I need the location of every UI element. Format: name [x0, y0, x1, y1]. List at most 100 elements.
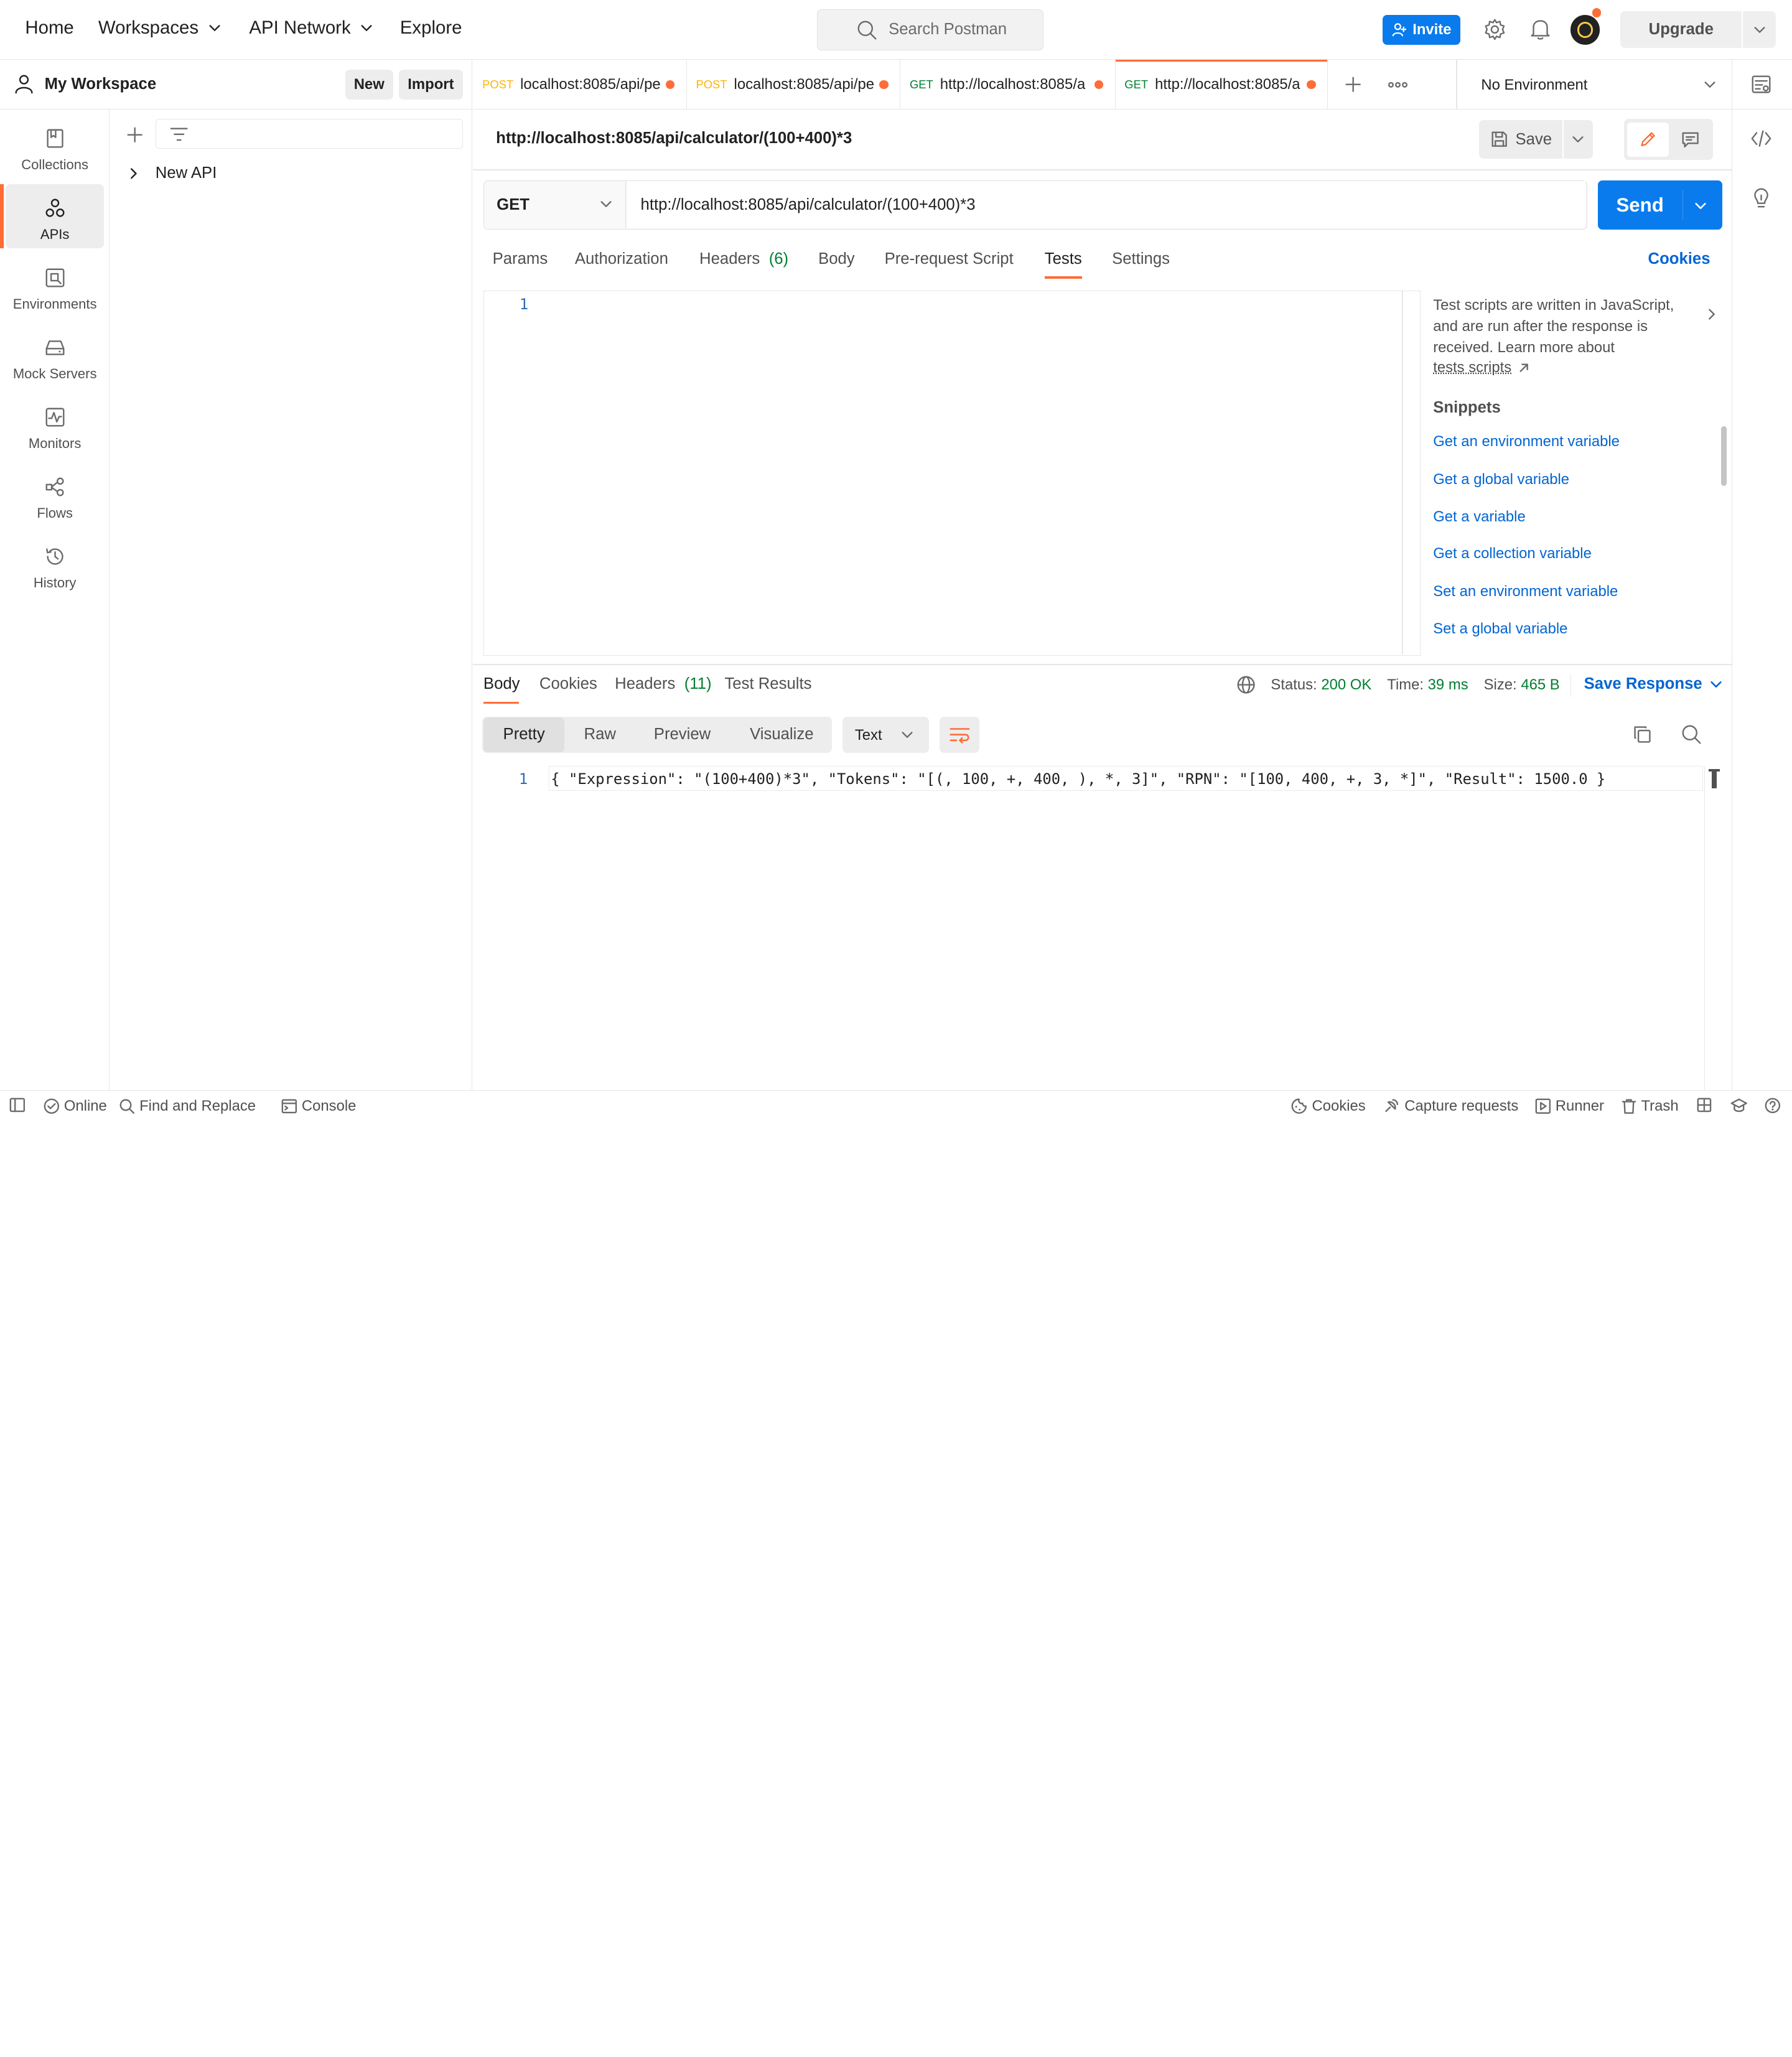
response-body-text[interactable]: { "Expression": "(100+400)*3", "Tokens":… — [551, 770, 1605, 788]
console-icon — [281, 1099, 297, 1114]
upgrade-button[interactable]: Upgrade — [1620, 11, 1742, 48]
response-scrollbar[interactable] — [1712, 769, 1716, 788]
tab-headers[interactable]: Headers (6) — [699, 250, 788, 268]
tab-request-4[interactable]: GET http://localhost:8085/a — [1116, 60, 1328, 110]
response-divider[interactable] — [473, 664, 1731, 665]
status-cookies-button[interactable]: Cookies — [1290, 1098, 1366, 1115]
time-value[interactable]: 39 ms — [1428, 676, 1468, 693]
tab-tests[interactable]: Tests — [1045, 250, 1082, 268]
save-response-button[interactable]: Save Response — [1584, 675, 1723, 693]
size-value[interactable]: 465 B — [1521, 676, 1559, 693]
two-pane-view-icon[interactable] — [1697, 1098, 1712, 1112]
sidebar-item-collections[interactable]: Collections — [6, 114, 104, 179]
send-button[interactable]: Send — [1598, 180, 1682, 230]
top-bar: Home Workspaces API Network Explore Sear… — [0, 0, 1792, 60]
view-preview[interactable]: Preview — [635, 717, 729, 753]
tab-request-1[interactable]: POST localhost:8085/api/pe — [473, 60, 686, 110]
status-value[interactable]: 200 OK — [1321, 676, 1371, 693]
tab-params[interactable]: Params — [493, 250, 548, 268]
copy-icon[interactable] — [1632, 724, 1653, 745]
sidebar-item-history[interactable]: History — [6, 533, 104, 597]
sidebar-item-mock-servers[interactable]: Mock Servers — [6, 324, 104, 388]
snippet-get-variable[interactable]: Get a variable — [1433, 508, 1526, 526]
edit-mode-button[interactable] — [1627, 123, 1668, 157]
nav-api-network-label: API Network — [249, 17, 350, 39]
request-title[interactable]: http://localhost:8085/api/calculator/(10… — [496, 129, 852, 147]
add-icon[interactable] — [126, 126, 144, 144]
snippet-get-collection-variable[interactable]: Get a collection variable — [1433, 545, 1592, 562]
tree-item-new-api[interactable]: New API — [126, 164, 217, 182]
import-button[interactable]: Import — [399, 70, 463, 100]
tests-editor[interactable]: 1 — [483, 291, 1421, 656]
sidebar-item-environments[interactable]: Environments — [6, 254, 104, 318]
tests-scripts-link-label: tests scripts — [1433, 359, 1511, 376]
console-button[interactable]: Console — [281, 1098, 357, 1115]
tab-request-3[interactable]: GET http://localhost:8085/a — [900, 60, 1115, 110]
tab-request-2[interactable]: POST localhost:8085/api/pe — [687, 60, 900, 110]
response-tab-body[interactable]: Body — [483, 675, 520, 693]
nav-api-network[interactable]: API Network — [249, 17, 373, 39]
snippet-get-global-variable[interactable]: Get a global variable — [1433, 471, 1569, 488]
response-tab-test-results[interactable]: Test Results — [724, 675, 811, 693]
search-bar[interactable]: Search Postman — [817, 9, 1043, 50]
view-raw[interactable]: Raw — [564, 717, 635, 753]
tests-scripts-link[interactable]: tests scripts — [1433, 359, 1529, 376]
collapse-panel-chevron-icon[interactable] — [1705, 307, 1719, 321]
bootcamp-icon[interactable] — [1730, 1098, 1748, 1114]
cookies-link[interactable]: Cookies — [1648, 250, 1710, 268]
upgrade-dropdown-chevron-icon[interactable] — [1753, 23, 1766, 37]
tab-authorization[interactable]: Authorization — [575, 250, 668, 268]
help-description: Test scripts are written in JavaScript, … — [1433, 297, 1674, 356]
response-body-editor[interactable]: 1 { "Expression": "(100+400)*3", "Tokens… — [473, 766, 1731, 1091]
environment-quick-look-icon[interactable] — [1751, 74, 1771, 95]
globe-icon[interactable] — [1236, 675, 1256, 694]
lightbulb-icon[interactable] — [1751, 187, 1771, 210]
view-visualize[interactable]: Visualize — [731, 717, 832, 753]
size-label: Size: — [1484, 676, 1517, 693]
sidebar-item-flows[interactable]: Flows — [6, 463, 104, 527]
response-tab-cookies[interactable]: Cookies — [539, 675, 597, 693]
more-tabs-icon[interactable] — [1388, 80, 1408, 90]
url-input[interactable]: http://localhost:8085/api/calculator/(10… — [627, 181, 1586, 228]
snippet-set-environment-variable[interactable]: Set an environment variable — [1433, 583, 1618, 600]
sidebar-item-apis[interactable]: APIs — [6, 184, 104, 248]
workspace-title[interactable]: My Workspace — [45, 75, 157, 93]
snippet-get-environment-variable[interactable]: Get an environment variable — [1433, 433, 1620, 450]
notifications-bell-icon[interactable] — [1530, 18, 1551, 41]
comments-mode-button[interactable] — [1671, 123, 1709, 157]
trash-button[interactable]: Trash — [1622, 1098, 1678, 1115]
runner-icon — [1535, 1098, 1551, 1114]
save-button[interactable]: Save — [1479, 120, 1561, 159]
environment-selector[interactable]: No Environment — [1458, 60, 1730, 110]
runner-button[interactable]: Runner — [1535, 1098, 1604, 1115]
send-dropdown-chevron-icon[interactable] — [1694, 199, 1707, 213]
filter-input[interactable] — [156, 119, 463, 149]
format-select[interactable]: Text — [842, 717, 930, 753]
invite-button[interactable]: Invite — [1383, 15, 1460, 45]
sidebar-item-monitors[interactable]: Monitors — [6, 393, 104, 457]
new-tab-icon[interactable] — [1344, 75, 1362, 93]
response-tab-headers[interactable]: Headers (11) — [615, 675, 711, 693]
online-status[interactable]: Online — [44, 1098, 107, 1115]
toggle-sidebar-icon[interactable] — [9, 1098, 26, 1112]
tab-settings[interactable]: Settings — [1112, 250, 1170, 268]
nav-explore[interactable]: Explore — [400, 17, 462, 39]
settings-gear-icon[interactable] — [1483, 18, 1506, 41]
snippets-scrollbar[interactable] — [1721, 426, 1727, 486]
search-icon[interactable] — [1681, 724, 1702, 745]
view-pretty[interactable]: Pretty — [483, 717, 564, 753]
save-dropdown-chevron-icon[interactable] — [1571, 133, 1585, 146]
tab-body[interactable]: Body — [818, 250, 855, 268]
capture-requests-button[interactable]: Capture requests — [1383, 1098, 1518, 1115]
snippet-set-global-variable[interactable]: Set a global variable — [1433, 620, 1567, 638]
new-button[interactable]: New — [345, 70, 393, 100]
help-icon[interactable] — [1765, 1098, 1781, 1114]
tab-pre-request-script[interactable]: Pre-request Script — [885, 250, 1014, 268]
find-replace-button[interactable]: Find and Replace — [119, 1098, 256, 1115]
method-select[interactable]: GET — [484, 181, 626, 228]
wrap-lines-button[interactable] — [940, 717, 979, 753]
nav-workspaces[interactable]: Workspaces — [98, 17, 222, 39]
avatar[interactable] — [1570, 15, 1600, 45]
nav-home[interactable]: Home — [25, 17, 73, 39]
code-icon[interactable] — [1751, 129, 1771, 147]
